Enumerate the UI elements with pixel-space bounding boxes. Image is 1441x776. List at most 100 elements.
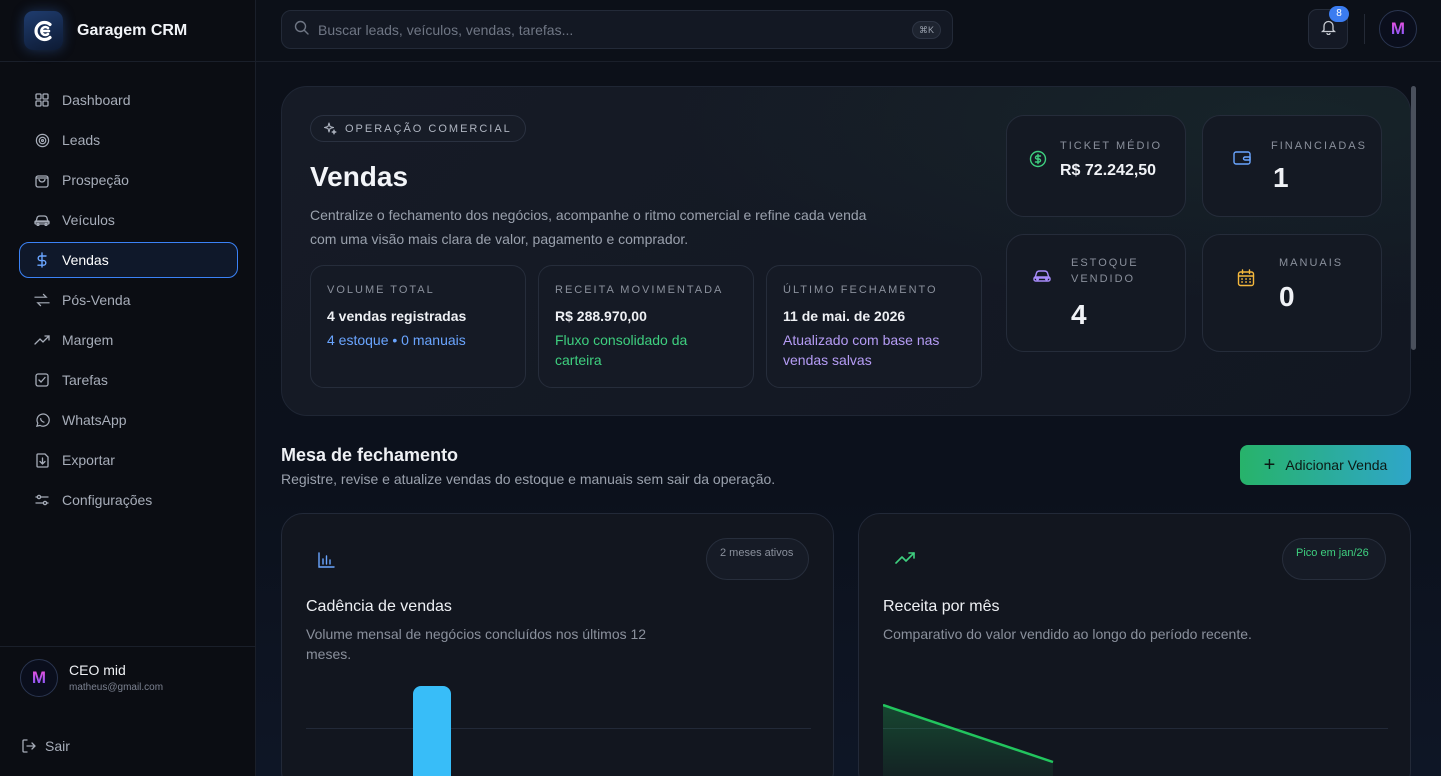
summary-card-label: ÚLTIMO FECHAMENTO	[783, 284, 938, 296]
sidebar-nav: Dashboard Leads Prospeção Veículos Venda…	[19, 82, 238, 522]
sidebar: Garagem CRM Dashboard Leads Prospeção Ve…	[0, 0, 256, 776]
stat-value: 0	[1279, 281, 1295, 312]
whatsapp-icon	[34, 412, 50, 428]
wallet-icon	[1233, 150, 1251, 168]
avatar-initial: M	[31, 667, 47, 687]
sidebar-item-veiculos[interactable]: Veículos	[19, 202, 238, 238]
user-info: CEO mid matheus@gmail.com	[69, 662, 163, 693]
bag-icon	[34, 172, 50, 188]
logout-label: Sair	[45, 738, 70, 754]
summary-card-value: 11 de mai. de 2026	[783, 308, 906, 324]
summary-card-value: 4 vendas registradas	[327, 308, 467, 324]
user-name: CEO mid	[69, 662, 126, 678]
calendar-icon	[1237, 269, 1255, 287]
dollar-circle-icon	[1029, 150, 1047, 168]
add-sale-button[interactable]: + Adicionar Venda	[1240, 445, 1411, 485]
brand-name: Garagem CRM	[77, 21, 188, 39]
check-square-icon	[34, 372, 50, 388]
sidebar-item-prospeccao[interactable]: Prospeção	[19, 162, 238, 198]
download-icon	[34, 452, 50, 468]
chart-bar	[413, 686, 451, 776]
logout-icon	[22, 739, 36, 753]
summary-card-label: RECEITA MOVIMENTADA	[555, 284, 724, 296]
sidebar-item-pos-venda[interactable]: Pós-Venda	[19, 282, 238, 318]
revenue-area	[883, 705, 1053, 776]
summary-card-value: R$ 288.970,00	[555, 308, 647, 324]
search-bar[interactable]: ⌘K	[281, 10, 953, 49]
sidebar-item-label: Tarefas	[62, 372, 108, 388]
logout-button[interactable]: Sair	[22, 738, 70, 754]
summary-card-sub: Atualizado com base nas vendas salvas	[783, 332, 940, 368]
topbar-avatar[interactable]: M	[1379, 10, 1417, 48]
stat-value: R$ 72.242,50	[1060, 162, 1157, 179]
stat-card-financiadas: FINANCIADAS 1	[1202, 115, 1382, 217]
sidebar-item-label: Prospeção	[62, 172, 129, 188]
sidebar-item-whatsapp[interactable]: WhatsApp	[19, 402, 238, 438]
grid-icon	[34, 92, 50, 108]
page-title: Vendas	[310, 161, 409, 192]
stat-card-ticket-medio: TICKET MÉDIO R$ 72.242,50	[1006, 115, 1186, 217]
sliders-icon	[34, 492, 50, 508]
sidebar-item-configuracoes[interactable]: Configurações	[19, 482, 238, 518]
stat-card-manuais: MANUAIS 0	[1202, 234, 1382, 352]
panel-tag: Pico em jan/26	[1282, 538, 1386, 580]
summary-card-receita: RECEITA MOVIMENTADA R$ 288.970,00 Fluxo …	[538, 265, 754, 388]
sidebar-item-label: Configurações	[62, 492, 153, 508]
stat-label: TICKET MÉDIO	[1060, 140, 1163, 152]
user-email: matheus@gmail.com	[69, 682, 164, 693]
panel-subtitle: Volume mensal de negócios concluídos nos…	[306, 626, 647, 662]
sidebar-item-margem[interactable]: Margem	[19, 322, 238, 358]
user-profile[interactable]: M CEO mid matheus@gmail.com	[0, 646, 256, 708]
sidebar-item-label: Leads	[62, 132, 101, 148]
brand[interactable]: Garagem CRM	[0, 0, 256, 62]
sparkles-icon	[324, 122, 337, 135]
panel-cadencia-vendas: 2 meses ativos Cadência de vendas Volume…	[281, 513, 834, 776]
stat-value: 1	[1273, 162, 1289, 193]
topbar-divider	[1364, 14, 1365, 44]
sidebar-item-label: Veículos	[62, 212, 115, 228]
notification-count-badge: 8	[1329, 6, 1349, 22]
sidebar-item-leads[interactable]: Leads	[19, 122, 238, 158]
section-pill-label: OPERAÇÃO COMERCIAL	[345, 122, 512, 135]
topbar: ⌘K 8 M	[256, 0, 1441, 62]
summary-card-sub: 4 estoque • 0 manuais	[327, 332, 466, 348]
summary-card-label: VOLUME TOTAL	[327, 284, 435, 296]
sidebar-item-label: Margem	[62, 332, 114, 348]
stat-value: 4	[1071, 299, 1087, 330]
summary-card-volume: VOLUME TOTAL 4 vendas registradas 4 esto…	[310, 265, 526, 388]
avatar: M	[20, 658, 58, 697]
target-icon	[34, 132, 50, 148]
sidebar-item-exportar[interactable]: Exportar	[19, 442, 238, 478]
section-pill: OPERAÇÃO COMERCIAL	[310, 115, 526, 142]
sidebar-item-tarefas[interactable]: Tarefas	[19, 362, 238, 398]
sidebar-item-label: WhatsApp	[62, 412, 127, 428]
sidebar-item-label: Exportar	[62, 452, 115, 468]
sidebar-item-label: Vendas	[62, 252, 109, 268]
panel-tag: 2 meses ativos	[706, 538, 809, 580]
scrollbar[interactable]	[1411, 86, 1416, 350]
trend-up-icon	[895, 552, 915, 564]
summary-card-sub: Fluxo consolidado da carteira	[555, 332, 688, 368]
page-description: Centralize o fechamento dos negócios, ac…	[310, 207, 867, 247]
panel-title: Receita por mês	[883, 598, 1000, 615]
panel-subtitle: Comparativo do valor vendido ao longo do…	[883, 626, 1252, 642]
stat-label: FINANCIADAS	[1271, 140, 1367, 152]
panel-title: Cadência de vendas	[306, 598, 452, 615]
sidebar-item-vendas[interactable]: Vendas	[19, 242, 238, 278]
sidebar-item-dashboard[interactable]: Dashboard	[19, 82, 238, 118]
chart-gridline	[306, 728, 811, 729]
brand-logo-icon	[24, 11, 63, 50]
stat-card-estoque-vendido: ESTOQUE VENDIDO 4	[1006, 234, 1186, 352]
sidebar-item-label: Pós-Venda	[62, 292, 131, 308]
repeat-icon	[34, 292, 50, 308]
car-icon	[1033, 269, 1051, 287]
add-sale-button-label: Adicionar Venda	[1285, 457, 1388, 473]
dollar-icon	[34, 252, 50, 268]
sidebar-item-label: Dashboard	[62, 92, 131, 108]
search-shortcut-badge: ⌘K	[911, 21, 941, 39]
plus-icon: +	[1263, 454, 1276, 476]
stat-label: ESTOQUE VENDIDO	[1071, 257, 1139, 285]
search-icon	[294, 20, 309, 40]
search-input[interactable]	[318, 21, 878, 38]
trend-icon	[34, 332, 50, 348]
